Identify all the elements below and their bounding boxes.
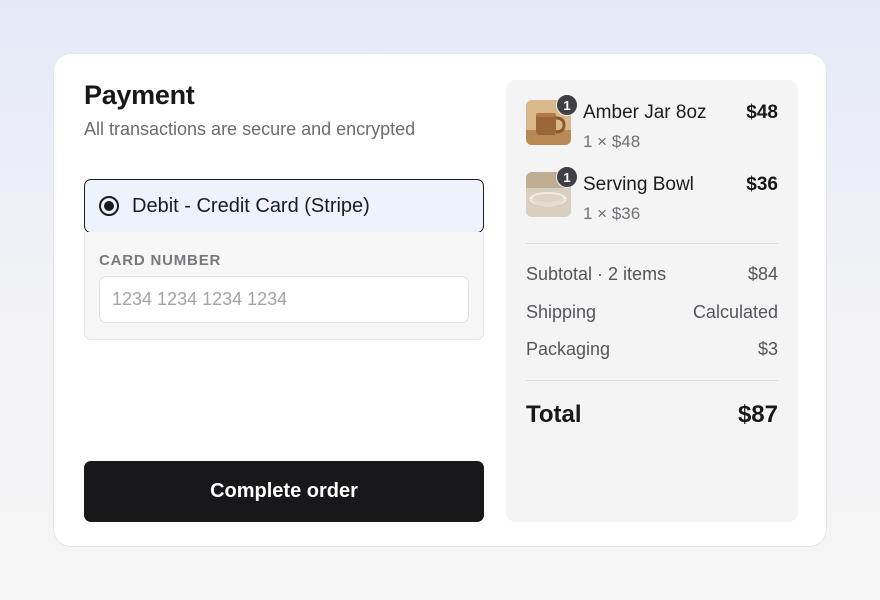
radio-dot <box>104 201 114 211</box>
packaging-label: Packaging <box>526 339 611 359</box>
checkout-card: Payment All transactions are secure and … <box>53 53 827 547</box>
total-row: Total $87 <box>526 401 778 429</box>
item-name: Serving Bowl <box>583 174 694 195</box>
item-quantity-price: 1 × $48 <box>583 132 641 151</box>
list-item: 1 Amber Jar 8oz 1 × $48 $48 <box>526 94 778 151</box>
packaging-row: Packaging $3 <box>526 339 778 360</box>
divider <box>526 243 778 244</box>
order-summary: 1 Amber Jar 8oz 1 × $48 $48 1 Serving Bo… <box>506 80 798 522</box>
card-number-label: CARD NUMBER <box>99 252 222 269</box>
item-name: Amber Jar 8oz <box>583 102 707 123</box>
subtotal-label: Subtotal · 2 items <box>526 264 667 284</box>
page-title: Payment <box>84 80 195 110</box>
payment-method-label: Debit - Credit Card (Stripe) <box>132 194 370 217</box>
total-value: $87 <box>737 401 778 428</box>
total-label: Total <box>526 401 582 428</box>
card-number-input[interactable] <box>99 276 469 323</box>
page-subtitle: All transactions are secure and encrypte… <box>84 119 416 139</box>
list-item: 1 Serving Bowl 1 × $36 $36 <box>526 166 778 223</box>
item-quantity-price: 1 × $36 <box>583 204 641 223</box>
quantity-badge: 1 <box>556 94 578 116</box>
subtotal-row: Subtotal · 2 items $84 <box>526 264 778 285</box>
payment-method-option[interactable]: Debit - Credit Card (Stripe) <box>84 179 484 233</box>
divider <box>526 380 778 381</box>
radio-selected-icon[interactable] <box>99 196 119 216</box>
complete-order-button[interactable]: Complete order <box>84 461 484 522</box>
shipping-value: Calculated <box>692 302 778 322</box>
card-details-panel: CARD NUMBER <box>84 232 484 340</box>
shipping-label: Shipping <box>526 302 597 322</box>
packaging-value: $3 <box>757 339 778 359</box>
quantity-badge: 1 <box>556 166 578 188</box>
shipping-row: Shipping Calculated <box>526 302 778 323</box>
payment-header: Payment All transactions are secure and … <box>84 80 484 140</box>
item-price: $48 <box>746 102 778 123</box>
item-price: $36 <box>746 174 778 195</box>
subtotal-value: $84 <box>747 264 778 284</box>
